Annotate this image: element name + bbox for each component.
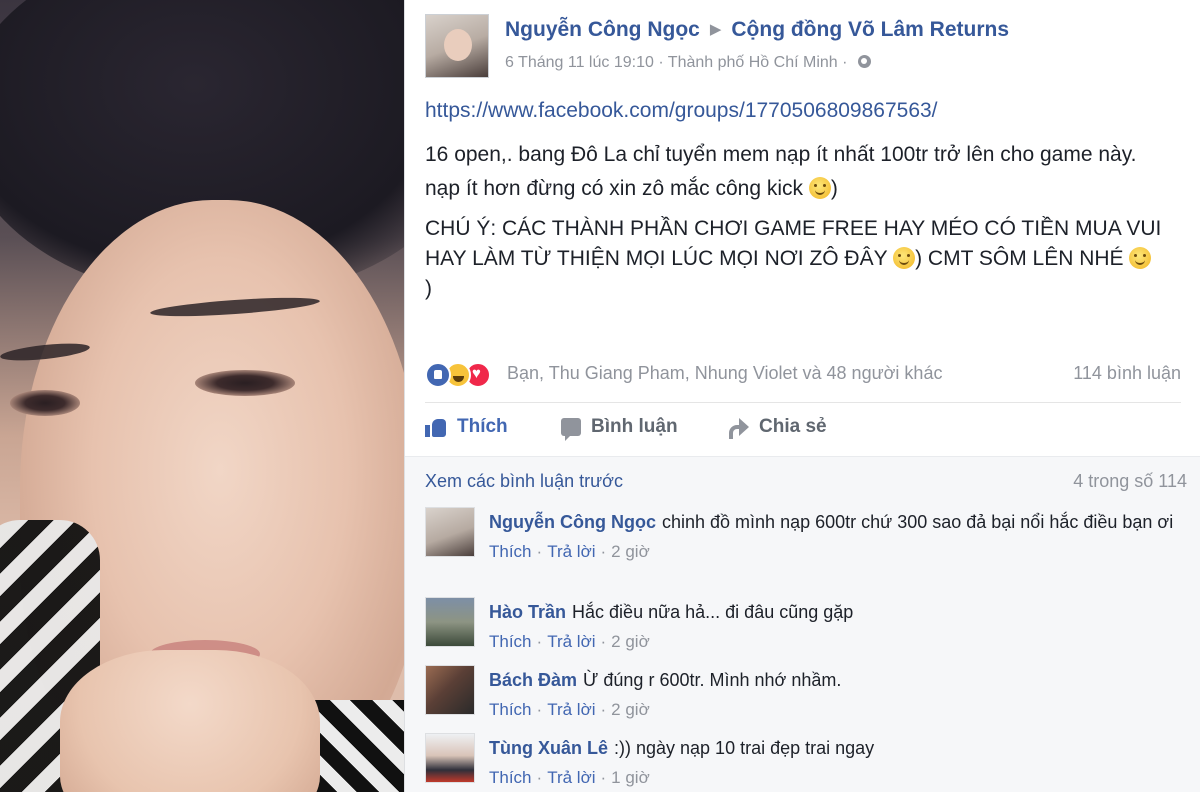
post-text-line2: nạp ít hơn đừng có xin zô mắc công kick … [425,174,1185,204]
comments-count-link[interactable]: 114 bình luận [1073,363,1181,384]
post-content: https://www.facebook.com/groups/17705068… [425,96,1185,308]
like-icon [425,362,451,388]
comments-section: Xem các bình luận trước 4 trong số 114 N… [405,456,1200,792]
share-button-label: Chia sẻ [759,416,827,437]
reaction-people[interactable]: Bạn, Thu Giang Pham, Nhung Violet và 48 … [507,363,942,384]
meta-dot: · [600,768,607,787]
like-button-label: Thích [457,416,508,437]
comment-body: Bách Đàm Ừ đúng r 600tr. Mình nhớ nhầm. T… [489,665,1179,725]
comment-time[interactable]: 2 giờ [611,542,650,561]
comment-reply-link[interactable]: Trả lời [547,768,595,787]
comment-text: :)) ngày nạp 10 trai đẹp trai ngay [614,738,875,758]
commenter-avatar[interactable] [425,597,475,647]
comment-item: Bách Đàm Ừ đúng r 600tr. Mình nhớ nhầm. T… [425,665,1185,725]
comment-button[interactable]: Bình luận [561,416,678,441]
commenter-name-link[interactable]: Bách Đàm [489,670,577,690]
meta-dot: · [600,700,607,719]
smile-emoji-icon [1129,247,1152,269]
meta-dot: · [536,542,543,561]
comment-body: Nguyễn Công Ngọc chinh đồ mình nạp 600tr … [489,507,1179,567]
commenter-avatar[interactable] [425,507,475,557]
author-avatar[interactable] [425,14,489,78]
meta-dot: · [600,632,607,651]
post-text-line3: CHÚ Ý: CÁC THÀNH PHẦN CHƠI GAME FREE HAY… [425,214,1185,304]
post-text-line2-body: nạp ít hơn đừng có xin zô mắc công kick [425,177,804,200]
comment-time[interactable]: 1 giờ [611,768,650,787]
photo-eye-right [195,370,295,396]
comment-text: Hắc điều nữa hả... đi đâu cũng gặp [572,602,854,622]
group-url-link[interactable]: https://www.facebook.com/groups/17705068… [425,96,1185,126]
profile-photo [0,0,404,792]
reaction-icons[interactable] [425,362,505,388]
comment-like-link[interactable]: Thích [489,700,532,719]
meta-separator: · [658,54,664,71]
comment-icon [561,418,581,441]
comment-like-link[interactable]: Thích [489,768,532,787]
meta-dot: · [600,542,607,561]
comment-like-link[interactable]: Thích [489,542,532,561]
comment-reply-link[interactable]: Trả lời [547,700,595,719]
comment-item: Tùng Xuân Lê :)) ngày nạp 10 trai đẹp tra… [425,733,1185,792]
comment-text: chinh đồ mình nạp 600tr chứ 300 sao đả b… [662,512,1174,532]
commenter-avatar[interactable] [425,733,475,783]
comment-item: Nguyễn Công Ngọc chinh đồ mình nạp 600tr … [425,507,1185,587]
group-name-link[interactable]: Cộng đồng Võ Lâm Returns [731,18,1009,41]
comment-body: Hào Trần Hắc điều nữa hả... đi đâu cũng g… [489,597,1179,657]
comment-time[interactable]: 2 giờ [611,632,650,651]
commenter-name-link[interactable]: Hào Trần [489,602,566,622]
meta-dot: · [536,632,543,651]
commenter-avatar[interactable] [425,665,475,715]
comment-reply-link[interactable]: Trả lời [547,542,595,561]
comment-text-block: Bách Đàm Ừ đúng r 600tr. Mình nhớ nhầm. [489,665,1179,695]
facebook-post: Nguyễn Công Ngọc ▶ Cộng đồng Võ Lâm Return… [404,0,1200,792]
post-actions: Thích Bình luận Chia sẻ [425,408,1181,452]
comment-body: Tùng Xuân Lê :)) ngày nạp 10 trai đẹp tra… [489,733,1179,792]
globe-icon[interactable] [857,55,871,68]
post-header: Nguyễn Công Ngọc ▶ Cộng đồng Võ Lâm Return… [425,14,1195,80]
share-arrow-icon [727,418,749,439]
comment-button-label: Bình luận [591,416,678,437]
commenter-name-link[interactable]: Nguyễn Công Ngọc [489,512,656,532]
thumbs-up-icon [425,417,447,437]
meta-dot: · [536,768,543,787]
photo-eye-left [10,390,80,416]
commenter-name-link[interactable]: Tùng Xuân Lê [489,738,608,758]
caret-right-icon: ▶ [709,21,722,38]
post-text-line2-end: ) [830,177,838,200]
smile-emoji-icon [893,247,916,269]
share-button[interactable]: Chia sẻ [727,416,827,439]
comment-text-block: Tùng Xuân Lê :)) ngày nạp 10 trai đẹp tra… [489,733,1179,763]
comment-text: Ừ đúng r 600tr. Mình nhớ nhầm. [583,670,842,690]
divider [425,402,1181,403]
meta-separator-2: · [842,54,848,71]
comment-text-block: Hào Trần Hắc điều nữa hả... đi đâu cũng g… [489,597,1179,627]
comment-meta: Thích · Trả lời · 2 giờ [489,627,1179,657]
comment-meta: Thích · Trả lời · 2 giờ [489,537,1179,567]
author-name-link[interactable]: Nguyễn Công Ngọc [505,18,700,41]
view-previous-comments-link[interactable]: Xem các bình luận trước [425,471,623,492]
comment-meta: Thích · Trả lời · 1 giờ [489,763,1179,792]
post-text-line3b: ) CMT SÔM LÊN NHÉ [915,247,1124,270]
post-meta: 6 Tháng 11 lúc 19:10 · Thành phố Hồ Chí … [505,54,871,72]
reactions-bar: Bạn, Thu Giang Pham, Nhung Violet và 48 … [425,360,1181,390]
smile-emoji-icon [808,177,831,199]
meta-dot: · [536,700,543,719]
photo-hand [60,650,320,792]
comment-meta: Thích · Trả lời · 2 giờ [489,695,1179,725]
comment-text-block: Nguyễn Công Ngọc chinh đồ mình nạp 600tr … [489,507,1179,537]
comments-shown-count: 4 trong số 114 [1073,471,1187,491]
post-location[interactable]: Thành phố Hồ Chí Minh [668,54,838,71]
comment-reply-link[interactable]: Trả lời [547,632,595,651]
comment-item: Hào Trần Hắc điều nữa hả... đi đâu cũng g… [425,597,1185,657]
post-title: Nguyễn Công Ngọc ▶ Cộng đồng Võ Lâm Return… [505,18,1009,42]
post-timestamp[interactable]: 6 Tháng 11 lúc 19:10 [505,54,654,71]
comment-like-link[interactable]: Thích [489,632,532,651]
post-text-line1: 16 open,. bang Đô La chỉ tuyển mem nạp í… [425,143,1137,166]
post-text-line3c: ) [425,277,432,300]
like-button[interactable]: Thích [425,416,508,438]
comment-time[interactable]: 2 giờ [611,700,650,719]
